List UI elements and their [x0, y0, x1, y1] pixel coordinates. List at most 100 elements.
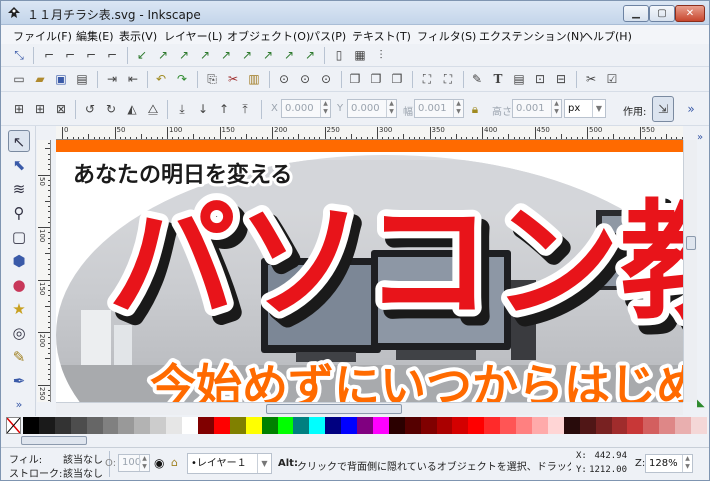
menu-text[interactable]: テキスト(T) [352, 28, 411, 44]
flip-vertical-icon[interactable]: ⧋ [145, 101, 161, 117]
horizontal-ruler[interactable]: 050100150200250300350400450500550600 [56, 126, 683, 140]
menu-layer[interactable]: レイヤー(L) [164, 28, 222, 44]
no-paint-swatch[interactable] [6, 417, 21, 434]
xml-editor-icon[interactable]: ⊡ [532, 71, 548, 87]
save-icon[interactable]: ▣ [53, 71, 69, 87]
zoom-spinner-arrows[interactable]: ▲ ▼ [682, 455, 692, 472]
maximize-button[interactable]: ▢ [649, 5, 675, 22]
color-swatch[interactable] [404, 417, 422, 434]
rotate-cw-icon[interactable]: ↻ [103, 101, 119, 117]
color-swatch[interactable] [325, 417, 342, 434]
new-document-icon[interactable]: ▭ [11, 71, 27, 87]
toolbar-overflow-icon[interactable]: » [683, 101, 699, 117]
cut-icon[interactable]: ✂ [225, 71, 241, 87]
horizontal-scrollbar[interactable] [56, 402, 683, 415]
color-swatch[interactable] [452, 417, 469, 434]
ellipse-tool[interactable]: ● [8, 274, 30, 296]
zoom-tool[interactable]: ⚲ [8, 202, 30, 224]
snap-nodes-icon[interactable]: ↙ [134, 47, 150, 63]
color-swatch[interactable] [500, 417, 517, 434]
snap-midpoints-icon[interactable]: ↗ [239, 47, 255, 63]
y-spinner-arrows[interactable]: ▲ ▼ [386, 100, 396, 117]
pencil-tool[interactable]: ✎ [8, 346, 30, 368]
color-swatch[interactable] [468, 417, 485, 434]
color-swatch[interactable] [38, 417, 56, 434]
pen-tool[interactable]: ✒ [8, 370, 30, 392]
color-swatch[interactable] [675, 417, 692, 434]
color-swatch[interactable] [213, 417, 231, 434]
color-swatch[interactable] [197, 417, 215, 434]
color-swatch[interactable] [86, 417, 104, 434]
select-all-layers-icon[interactable]: ⊞ [32, 101, 48, 117]
deselect-icon[interactable]: ⊠ [53, 101, 69, 117]
color-swatch[interactable] [420, 417, 438, 434]
snap-toggle-icon[interactable]: ⤡ [11, 47, 27, 63]
flip-horizontal-icon[interactable]: ◭ [124, 101, 140, 117]
rotate-ccw-icon[interactable]: ↺ [82, 101, 98, 117]
menu-file[interactable]: ファイル(F) [13, 28, 72, 44]
eye-visibility-icon[interactable]: ◉ [154, 456, 164, 470]
opacity-spinner-arrows[interactable]: ▲ ▼ [139, 455, 149, 471]
snap-bbox-midpoint-icon[interactable]: ⌐ [104, 47, 120, 63]
color-swatch[interactable] [611, 417, 628, 434]
rectangle-tool[interactable]: ▢ [8, 226, 30, 248]
duplicate-icon[interactable]: ❐ [347, 71, 363, 87]
zoom-page-icon[interactable]: ⊙ [318, 71, 334, 87]
color-swatch[interactable] [595, 417, 613, 434]
snap-bbox-icon[interactable]: ⌐ [41, 47, 57, 63]
color-swatch[interactable] [70, 417, 88, 434]
color-manage-icon[interactable]: ◣ [697, 398, 705, 409]
horizontal-scroll-thumb[interactable] [266, 404, 402, 414]
menu-help[interactable]: ヘルプ(H) [582, 28, 632, 44]
stroke-value[interactable]: 該当なし [63, 465, 103, 480]
vertical-scroll-thumb[interactable] [686, 236, 696, 250]
close-button[interactable]: ✕ [675, 5, 705, 22]
preferences-icon[interactable]: ✂ [583, 71, 599, 87]
color-swatch[interactable] [341, 417, 358, 434]
color-swatch[interactable] [484, 417, 501, 434]
toolbox-overflow[interactable]: » [8, 394, 30, 416]
color-swatch[interactable] [579, 417, 597, 434]
snap-paths-icon[interactable]: ↗ [155, 47, 171, 63]
color-swatch[interactable] [134, 417, 151, 434]
menu-object[interactable]: オブジェクト(O) [227, 28, 310, 44]
copy-icon[interactable]: ⎘ [204, 71, 220, 87]
redo-icon[interactable]: ↷ [174, 71, 190, 87]
fill-stroke-icon[interactable]: ✎ [469, 71, 485, 87]
color-swatch[interactable] [23, 417, 40, 434]
vertical-ruler[interactable]: 50100150200250300350 [37, 140, 51, 402]
minimize-button[interactable]: ▁ [623, 5, 649, 22]
width-spinner-arrows[interactable]: ▲ ▼ [453, 100, 463, 117]
paste-icon[interactable]: ▥ [246, 71, 262, 87]
selector-tool[interactable]: ↖ [8, 130, 30, 152]
align-distribute-icon[interactable]: ⊟ [553, 71, 569, 87]
color-swatch[interactable] [229, 417, 247, 434]
color-swatch[interactable] [547, 417, 565, 434]
layers-icon[interactable]: ▤ [511, 71, 527, 87]
lower-icon[interactable]: ↓ [195, 101, 211, 117]
color-swatch[interactable] [150, 417, 167, 434]
snap-guide-icon[interactable]: ⫶ [373, 47, 389, 63]
snap-grid-icon[interactable]: ▦ [352, 47, 368, 63]
color-swatch[interactable] [388, 417, 406, 434]
lower-to-bottom-icon[interactable]: ⤓ [174, 101, 190, 117]
color-swatch[interactable] [54, 417, 72, 434]
vertical-scrollbar[interactable] [683, 140, 697, 402]
zoom-selection-icon[interactable]: ⊙ [276, 71, 292, 87]
menu-edit[interactable]: 編集(E) [76, 28, 114, 44]
color-swatch[interactable] [436, 417, 453, 434]
color-swatch[interactable] [643, 417, 660, 434]
color-swatch[interactable] [182, 417, 199, 434]
group-icon[interactable]: ⛶ [419, 71, 435, 87]
drawing-canvas[interactable]: あなたの明日を変える あなたの明日を変える パソコン教 パソコン教 パソコン教 … [56, 140, 683, 402]
snap-center-icon[interactable]: ↗ [260, 47, 276, 63]
color-swatch[interactable] [245, 417, 263, 434]
color-swatch[interactable] [293, 417, 310, 434]
y-spinbox[interactable]: 0.000 ▲ ▼ [347, 99, 397, 118]
snap-intersections-icon[interactable]: ↗ [176, 47, 192, 63]
snap-rotation-center-icon[interactable]: ↗ [281, 47, 297, 63]
height-spinner-arrows[interactable]: ▲ ▼ [551, 100, 561, 117]
snap-page-border-icon[interactable]: ▯ [331, 47, 347, 63]
color-swatch[interactable] [563, 417, 581, 434]
3d-box-tool[interactable]: ⬢ [8, 250, 30, 272]
